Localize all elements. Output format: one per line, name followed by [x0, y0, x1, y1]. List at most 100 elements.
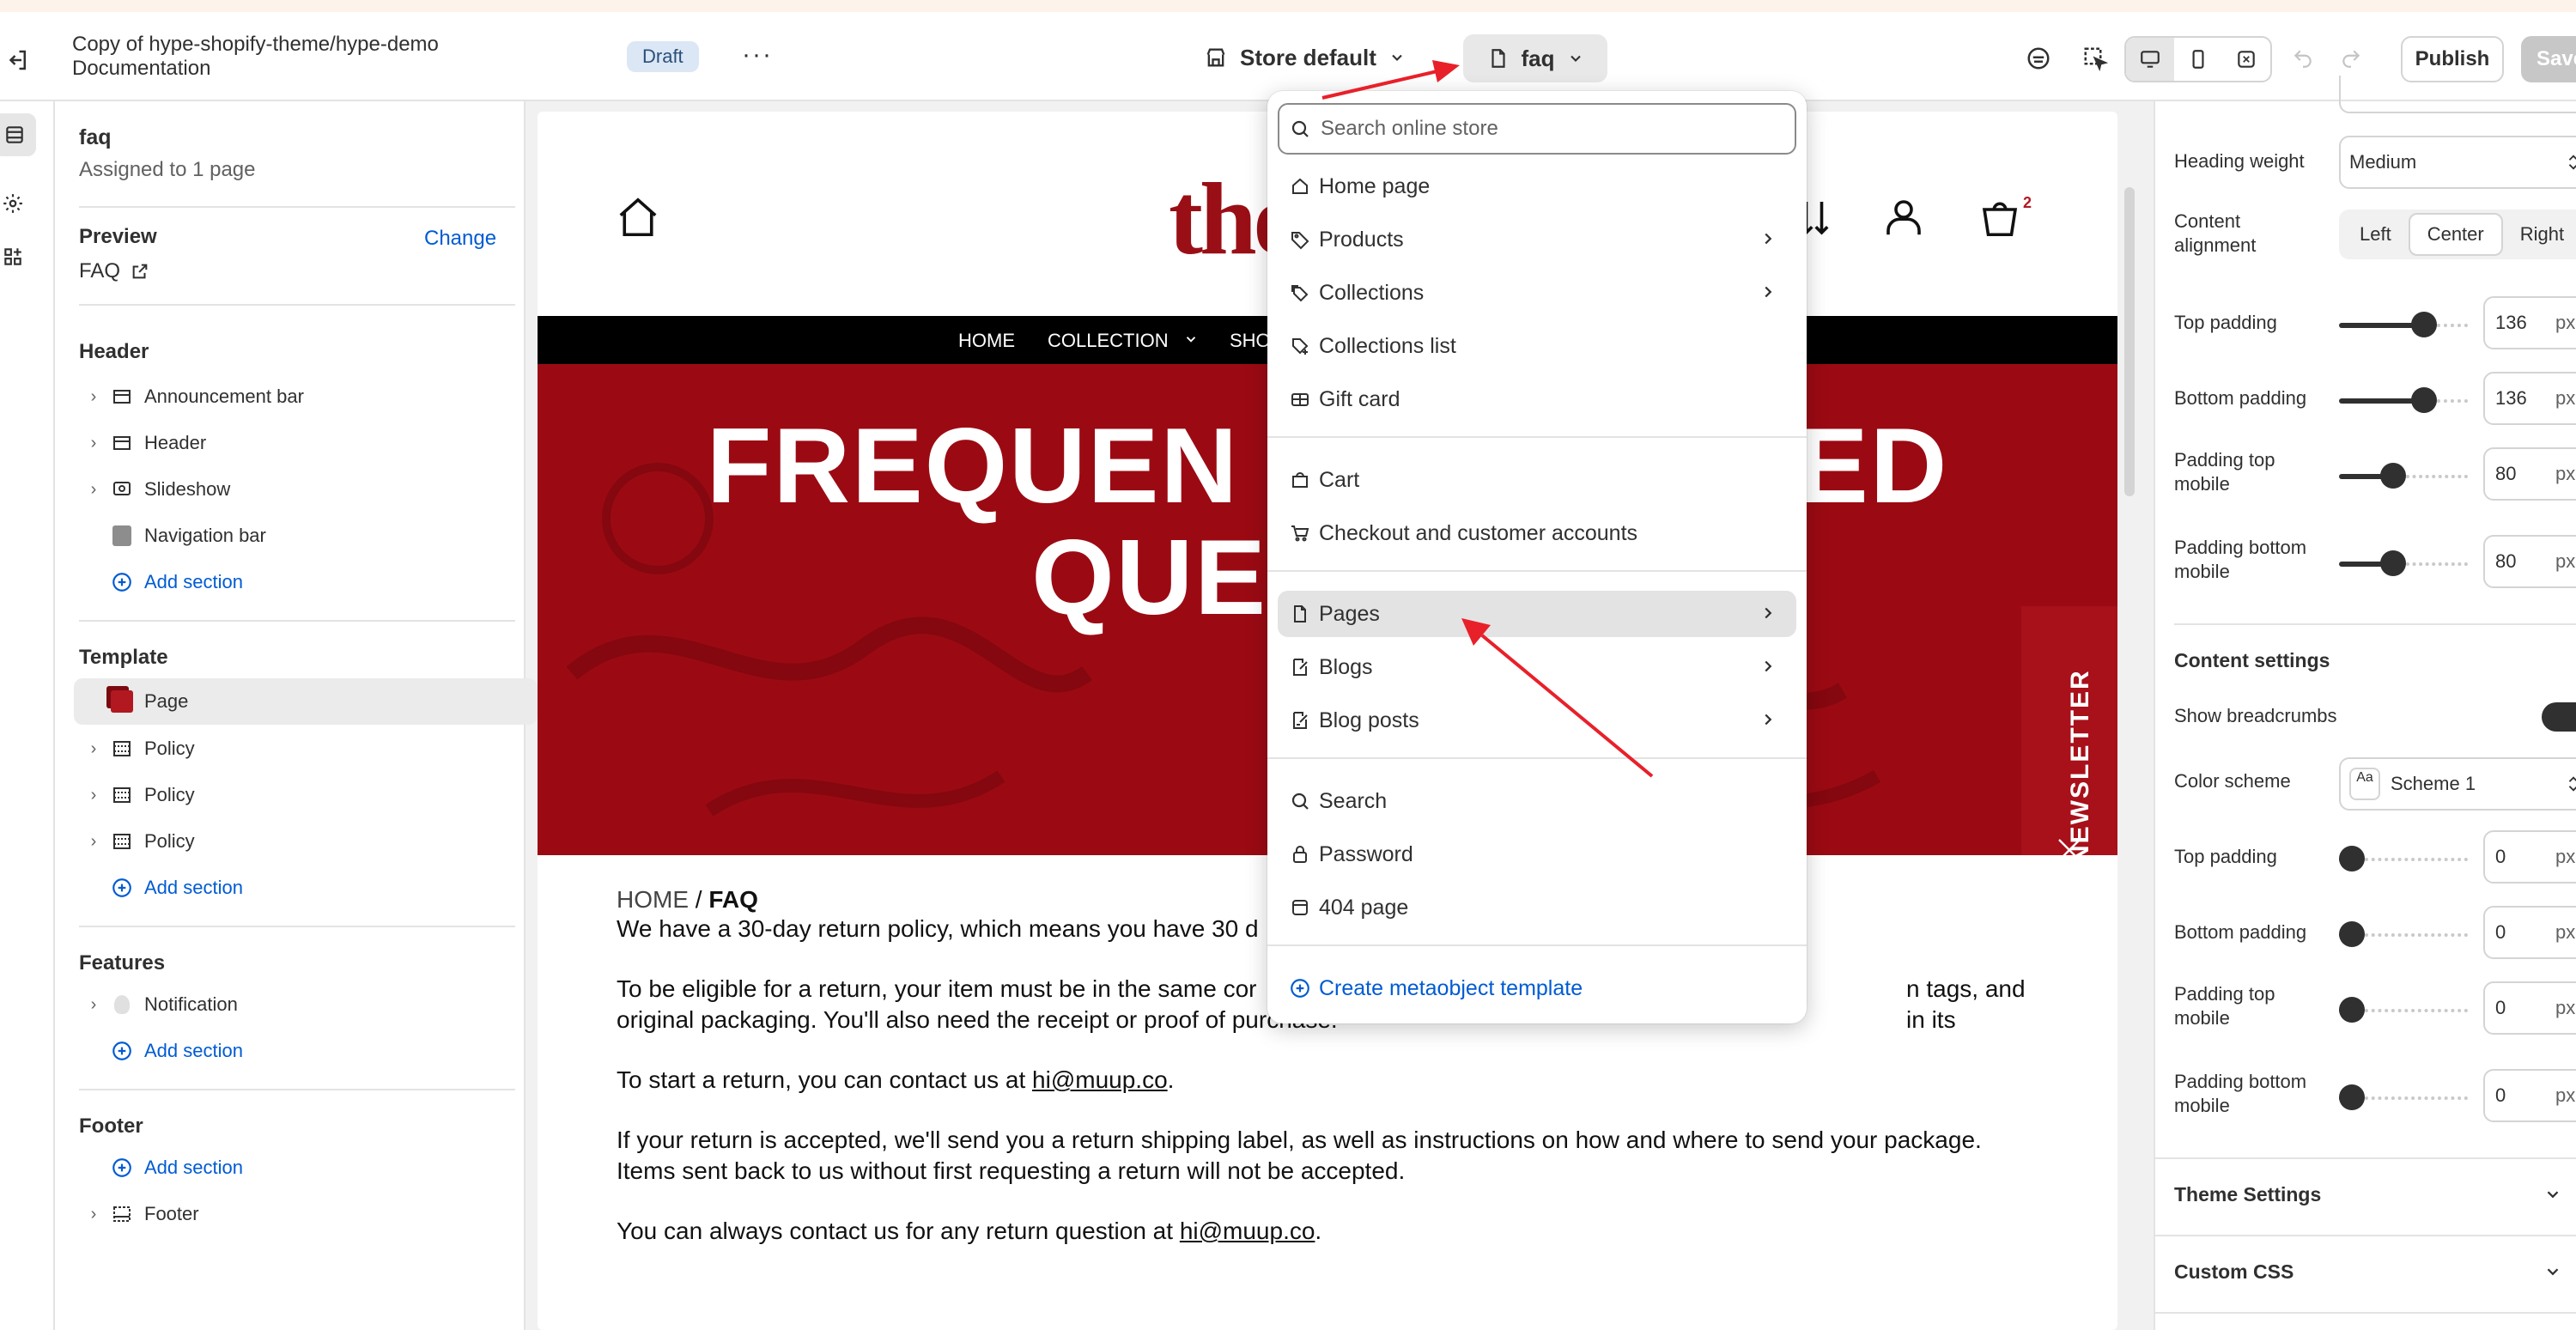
menu-item-label: Collections list [1319, 333, 1456, 358]
align-center-option[interactable]: Center [2408, 213, 2503, 256]
top-padding-slider[interactable] [2339, 312, 2468, 337]
chevron-right-icon[interactable]: › [79, 387, 108, 407]
section-slideshow[interactable]: › Slideshow [79, 469, 508, 510]
padding-bottom-mobile-slider[interactable] [2339, 550, 2468, 576]
tree-item-label: Slideshow [144, 478, 231, 500]
nav-home[interactable]: HOME [958, 330, 1015, 352]
menu-item-pages[interactable]: Pages [1278, 591, 1796, 637]
menu-item-search[interactable]: Search [1278, 778, 1796, 824]
cs-bottom-padding-slider[interactable] [2339, 921, 2468, 947]
bottom-padding-slider[interactable] [2339, 387, 2468, 413]
menu-item-gift-card[interactable]: Gift card [1278, 376, 1796, 422]
menu-item-collections[interactable]: Collections [1278, 270, 1796, 316]
page-section-icon [108, 688, 136, 715]
tree-item-label: Navigation bar [144, 525, 266, 546]
chevron-right-icon[interactable]: › [79, 480, 108, 500]
chevron-right-icon [1759, 280, 1777, 310]
theme-settings-toggle[interactable]: Theme Settings [2174, 1183, 2561, 1206]
cs-padding-bottom-mobile-slider[interactable] [2339, 1084, 2468, 1110]
section-header[interactable]: › Header [79, 422, 508, 464]
account-icon[interactable] [1880, 194, 1927, 240]
select-stub[interactable] [2339, 76, 2576, 113]
add-section-template[interactable]: Add section [79, 867, 508, 908]
menu-item-products[interactable]: Products [1278, 216, 1796, 263]
desktop-icon[interactable] [2126, 38, 2174, 81]
section-navigation-bar[interactable]: Navigation bar [79, 515, 508, 556]
align-right-option[interactable]: Right [2503, 213, 2576, 256]
email-link[interactable]: hi@muup.co [1032, 1066, 1168, 1093]
apps-icon[interactable] [0, 235, 34, 278]
nav-shop[interactable]: SHO [1230, 330, 1271, 352]
menu-item-cart[interactable]: Cart [1278, 457, 1796, 503]
content-alignment-label-line1: Content [2174, 210, 2241, 232]
ai-assistant-icon[interactable] [2021, 41, 2056, 76]
menu-item-password[interactable]: Password [1278, 831, 1796, 878]
menu-item-home-page[interactable]: Home page [1278, 163, 1796, 210]
chevron-right-icon[interactable]: › [79, 739, 108, 759]
color-scheme-select[interactable]: Aa Scheme 1 [2339, 757, 2576, 811]
menu-item-label: Cart [1319, 467, 1360, 492]
page-selector[interactable]: faq [1463, 34, 1607, 82]
menu-item-blog-posts[interactable]: Blog posts [1278, 697, 1796, 744]
bottom-padding-input[interactable]: 136 px [2483, 372, 2576, 425]
heading-weight-select[interactable]: Medium [2339, 136, 2576, 189]
redo-icon[interactable] [2334, 41, 2368, 76]
exit-icon[interactable] [0, 43, 34, 77]
chevron-right-icon[interactable]: › [79, 832, 108, 852]
cs-padding-top-mobile-input[interactable]: 0 px [2483, 981, 2576, 1035]
add-section-footer[interactable]: Add section [79, 1147, 508, 1188]
chevron-right-icon[interactable]: › [79, 434, 108, 453]
show-breadcrumbs-toggle[interactable] [2542, 702, 2576, 732]
preview-scrollbar[interactable] [2124, 187, 2135, 496]
section-announcement-bar[interactable]: › Announcement bar [79, 376, 508, 417]
more-actions-button[interactable]: ··· [740, 38, 775, 72]
padding-top-mobile-slider[interactable] [2339, 463, 2468, 489]
chevron-right-icon[interactable]: › [79, 786, 108, 805]
nav-collection[interactable]: COLLECTION [1048, 330, 1169, 352]
store-selector[interactable]: Store default [1204, 38, 1406, 77]
section-notification[interactable]: › Notification [79, 984, 508, 1025]
section-policy[interactable]: › Policy [79, 728, 508, 769]
add-section-features[interactable]: Add section [79, 1030, 508, 1072]
email-link[interactable]: hi@muup.co [1180, 1218, 1315, 1244]
divider [79, 304, 515, 306]
cs-padding-top-mobile-slider[interactable] [2339, 997, 2468, 1023]
menu-item-collections-list[interactable]: Collections list [1278, 323, 1796, 369]
mobile-icon[interactable] [2174, 38, 2222, 81]
cart-icon[interactable] [1977, 194, 2023, 240]
section-policy[interactable]: › Policy [79, 774, 508, 816]
preview-page-link[interactable]: FAQ [79, 259, 149, 283]
cs-top-padding-slider[interactable] [2339, 846, 2468, 871]
cs-top-padding-input[interactable]: 0 px [2483, 830, 2576, 884]
align-left-option[interactable]: Left [2342, 213, 2409, 256]
undo-icon[interactable] [2286, 41, 2320, 76]
section-page[interactable]: Page [74, 678, 538, 725]
close-icon[interactable] [2054, 835, 2085, 855]
custom-css-toggle[interactable]: Custom CSS [2174, 1260, 2561, 1284]
menu-item-checkout[interactable]: Checkout and customer accounts [1278, 510, 1796, 556]
section-policy[interactable]: › Policy [79, 821, 508, 862]
sections-icon[interactable] [0, 113, 36, 156]
menu-item-404[interactable]: 404 page [1278, 884, 1796, 931]
cs-bottom-padding-label: Bottom padding [2174, 921, 2307, 943]
fullscreen-icon[interactable] [2222, 38, 2270, 81]
hero-line1-end: ED [1797, 407, 1949, 525]
settings-icon[interactable] [0, 182, 34, 225]
padding-top-mobile-input[interactable]: 80 px [2483, 447, 2576, 501]
breadcrumb-home[interactable]: HOME [617, 886, 689, 913]
padding-bottom-mobile-input[interactable]: 80 px [2483, 535, 2576, 588]
change-link[interactable]: Change [424, 227, 496, 251]
chevron-right-icon[interactable]: › [79, 1205, 108, 1224]
cs-padding-bottom-mobile-input[interactable]: 0 px [2483, 1069, 2576, 1122]
top-padding-input[interactable]: 136 px [2483, 296, 2576, 349]
newsletter-tab[interactable]: NEWSLETTER [2021, 606, 2117, 855]
menu-item-blogs[interactable]: Blogs [1278, 644, 1796, 690]
section-footer[interactable]: › Footer [79, 1193, 508, 1235]
add-section-header[interactable]: Add section [79, 562, 508, 603]
chevron-right-icon[interactable]: › [79, 995, 108, 1015]
cs-bottom-padding-input[interactable]: 0 px [2483, 906, 2576, 959]
inspector-icon[interactable] [2078, 41, 2112, 76]
search-input[interactable]: Search online store [1278, 103, 1796, 155]
home-icon[interactable] [615, 194, 661, 240]
create-metaobject-template[interactable]: Create metaobject template [1278, 965, 1796, 1011]
